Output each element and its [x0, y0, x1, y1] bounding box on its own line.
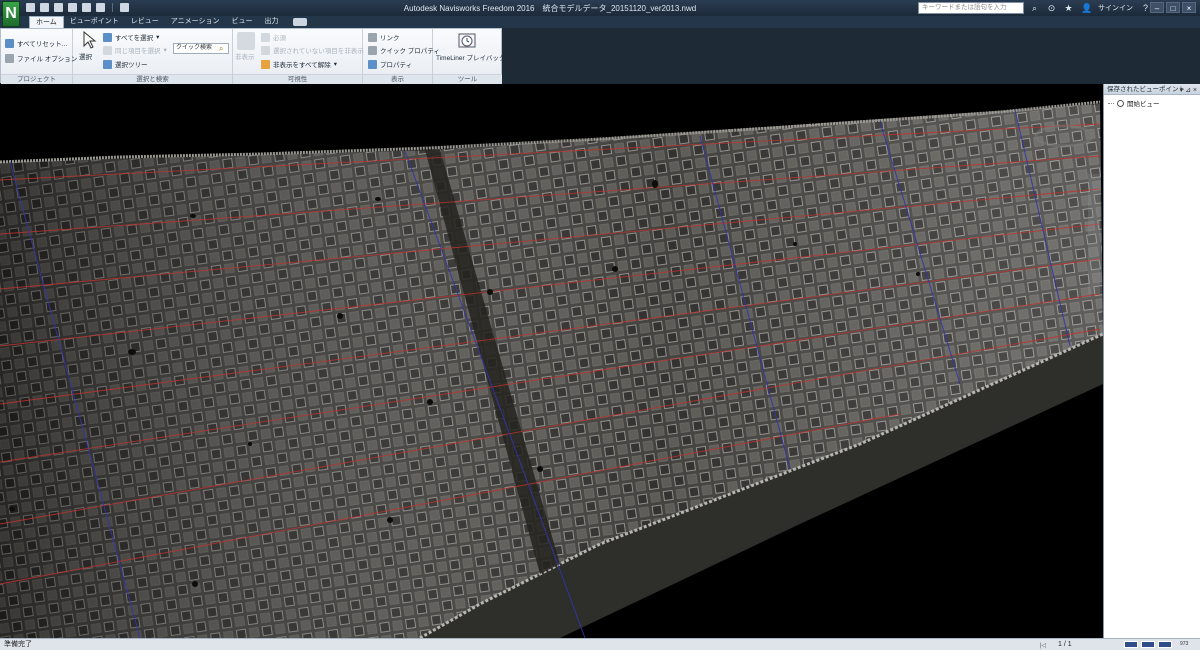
- tab-viewpoint[interactable]: ビューポイント: [64, 16, 125, 28]
- favorites-star-icon[interactable]: ★: [1064, 3, 1073, 13]
- saved-viewpoints-title: 保存されたビューポイント: [1107, 86, 1185, 93]
- quick-access-toolbar: [26, 3, 129, 12]
- status-bar: 準備完了 |◁ 1 / 1 973: [0, 638, 1200, 650]
- open-file-icon[interactable]: [40, 3, 49, 12]
- web-server-meter-icon: [1158, 641, 1172, 648]
- require-button[interactable]: 必須: [261, 32, 286, 42]
- select-all-button[interactable]: すべてを選択 ▾: [103, 32, 159, 42]
- page-indicator: 1 / 1: [1058, 641, 1072, 648]
- select-cursor-icon[interactable]: [120, 3, 129, 12]
- reset-all-button[interactable]: すべてリセット...: [5, 38, 67, 48]
- links-button[interactable]: リンク: [368, 32, 400, 42]
- viewpoint-icon: [1117, 99, 1124, 107]
- selection-tree-button[interactable]: 選択ツリー: [103, 59, 148, 69]
- navigation-bar[interactable]: [1088, 174, 1100, 294]
- ribbon-tab-bar: ホーム ビューポイント レビュー アニメーション ビュー 出力: [0, 16, 1200, 28]
- undo-icon[interactable]: [82, 3, 91, 12]
- sheet-navigation: |◁: [1040, 641, 1046, 650]
- tab-animation[interactable]: アニメーション: [165, 16, 226, 28]
- help-icon[interactable]: ?: [1141, 3, 1150, 13]
- tab-home[interactable]: ホーム: [29, 16, 64, 28]
- panel-label-tools: ツール: [433, 74, 502, 84]
- file-options-button[interactable]: ファイル オプション: [5, 53, 77, 63]
- quick-find-search-icon[interactable]: ⌕: [219, 44, 223, 54]
- select-same-icon: [103, 45, 112, 55]
- minimize-icon[interactable]: –: [1150, 2, 1164, 13]
- dropdown-arrow-icon: ▾: [156, 34, 160, 41]
- subscription-icon[interactable]: ⊙: [1047, 3, 1056, 13]
- require-icon: [261, 32, 270, 42]
- binoculars-search-icon[interactable]: ⌕: [1030, 3, 1039, 13]
- application-menu-button[interactable]: N: [2, 1, 20, 27]
- reset-icon: [5, 38, 14, 48]
- new-file-icon[interactable]: [26, 3, 35, 12]
- 3d-viewport[interactable]: [0, 84, 1103, 638]
- panel-tools: TimeLiner プレイバック ツール: [433, 29, 505, 84]
- tab-view[interactable]: ビュー: [226, 16, 259, 28]
- panel-visibility: 非表示 必須 選択されていない項目を非表示 非表示をすべて解除 ▾ 可視性: [233, 29, 364, 84]
- toolbar-separator: [112, 3, 113, 12]
- quick-properties-button[interactable]: クイック プロパティ: [368, 45, 440, 55]
- panel-display: リンク クイック プロパティ プロパティ 表示: [363, 29, 440, 84]
- redo-icon[interactable]: [96, 3, 105, 12]
- window-title: Autodesk Navisworks Freedom 2016 統合モデルデー…: [403, 4, 697, 13]
- title-bar: N Autodesk Navisworks Freedom 2016 統合モデル…: [0, 0, 1200, 27]
- save-icon[interactable]: [54, 3, 63, 12]
- disk-meter-icon: [1141, 641, 1155, 648]
- file-options-icon: [5, 53, 14, 63]
- status-text: 準備完了: [4, 641, 32, 648]
- point-cloud-scene: [0, 100, 1103, 638]
- memory-readout: 973: [1180, 641, 1189, 647]
- panel-label-project: プロジェクト: [1, 74, 72, 84]
- close-icon[interactable]: ×: [1182, 2, 1196, 13]
- select-cursor-large-icon: [83, 31, 97, 49]
- hide-large-icon: [237, 32, 255, 50]
- hide-button[interactable]: 非表示: [235, 51, 255, 61]
- ribbon: すべてリセット... ファイル オプション プロジェクト 選択 すべてを選択 ▾…: [0, 28, 505, 84]
- signin-button[interactable]: サインイン: [1098, 3, 1133, 13]
- saved-viewpoints-panel: 保存されたビューポイント ▾ ⊿ × 開始ビュー: [1103, 84, 1200, 638]
- pencil-meter-icon: [1124, 641, 1138, 648]
- tab-review[interactable]: レビュー: [125, 16, 165, 28]
- maximize-icon[interactable]: □: [1166, 2, 1180, 13]
- help-search-input[interactable]: キーワードまたは語句を入力: [918, 2, 1024, 14]
- panel-options-icon[interactable]: ▾: [1180, 87, 1184, 94]
- properties-button[interactable]: プロパティ: [368, 59, 412, 69]
- properties-icon: [368, 59, 377, 69]
- panel-label-visibility: 可視性: [233, 74, 362, 84]
- print-icon[interactable]: [68, 3, 77, 12]
- ribbon-minimize-toggle-icon[interactable]: [292, 18, 307, 26]
- links-icon: [368, 32, 377, 42]
- panel-select-search: 選択 すべてを選択 ▾ 同じ項目を選択 ▾ 選択ツリー クイック検索 ⌕ 選択と…: [73, 29, 233, 84]
- unhide-all-icon: [261, 59, 270, 69]
- first-sheet-icon[interactable]: |◁: [1040, 641, 1046, 650]
- viewpoint-label: 開始ビュー: [1127, 101, 1160, 108]
- panel-close-icon[interactable]: ×: [1193, 87, 1197, 94]
- hide-unselected-button[interactable]: 選択されていない項目を非表示: [261, 45, 364, 55]
- tab-output[interactable]: 出力: [259, 16, 285, 28]
- panel-pin-icon[interactable]: ⊿: [1185, 87, 1191, 94]
- selection-tree-icon: [103, 59, 112, 69]
- tree-connector: [1108, 102, 1114, 104]
- select-all-icon: [103, 32, 112, 42]
- quick-properties-icon: [368, 45, 377, 55]
- saved-viewpoints-header: 保存されたビューポイント ▾ ⊿ ×: [1104, 84, 1200, 95]
- user-icon: 👤: [1081, 2, 1093, 13]
- panel-label-display: 表示: [363, 74, 432, 84]
- viewpoint-tree-item[interactable]: 開始ビュー: [1104, 95, 1200, 108]
- dropdown-arrow-icon: ▾: [333, 61, 338, 68]
- panel-project: すべてリセット... ファイル オプション プロジェクト: [1, 29, 77, 84]
- timeliner-playback-button[interactable]: TimeLiner プレイバック: [436, 52, 505, 62]
- select-same-button[interactable]: 同じ項目を選択 ▾: [103, 45, 167, 55]
- dropdown-arrow-icon: ▾: [163, 47, 167, 54]
- select-button[interactable]: 選択: [79, 51, 92, 61]
- panel-label-select-search: 選択と検索: [73, 74, 232, 84]
- timeliner-clock-icon: [458, 33, 476, 48]
- unhide-all-button[interactable]: 非表示をすべて解除 ▾: [261, 59, 337, 69]
- hide-unselected-icon: [261, 45, 270, 55]
- performance-meters: [1124, 641, 1172, 648]
